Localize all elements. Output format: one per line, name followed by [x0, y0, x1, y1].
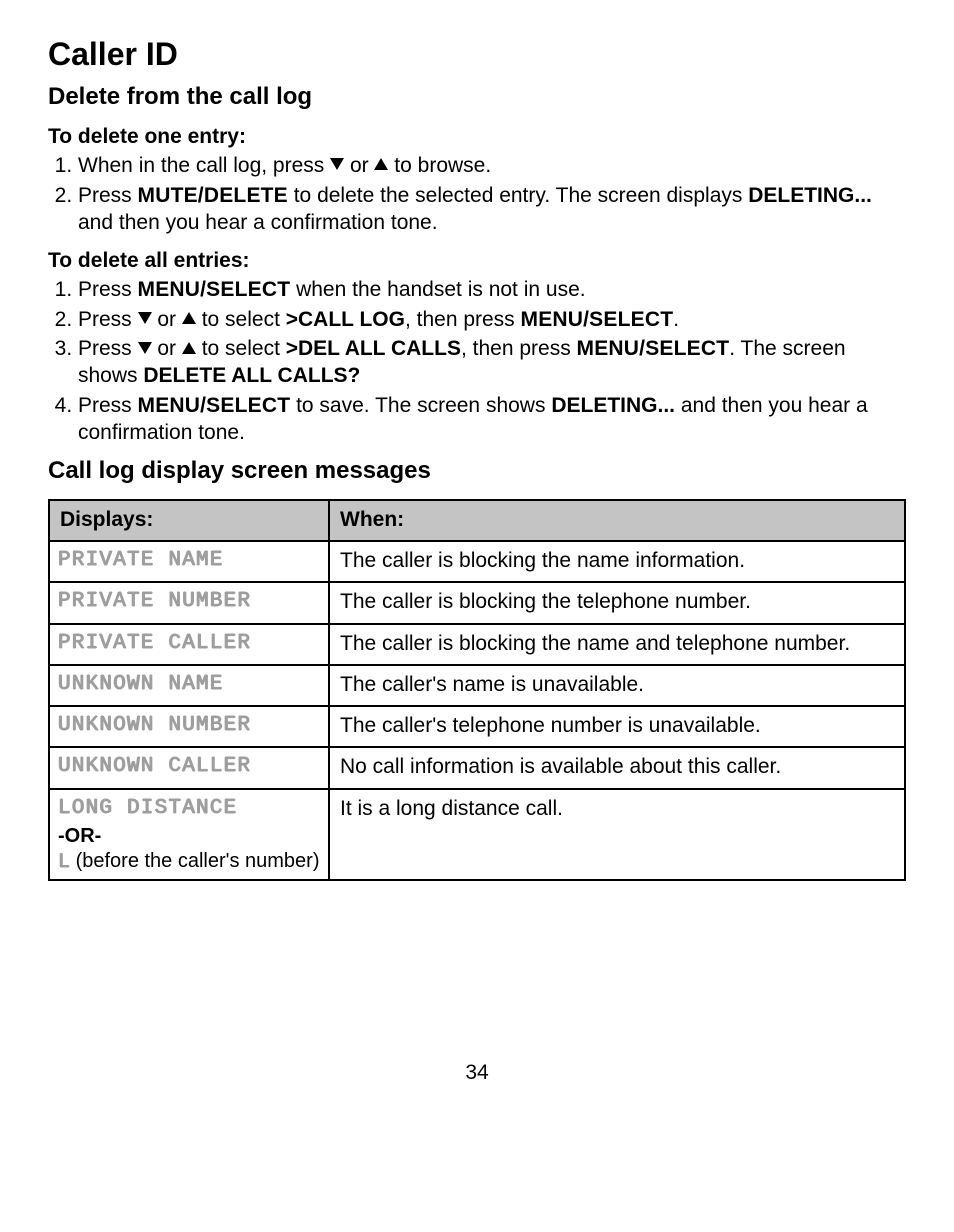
menu-path: >DEL ALL CALLS [286, 337, 461, 360]
text: . [673, 308, 679, 331]
text: , then press [405, 308, 521, 331]
lcd-display-text: UNKNOWN NUMBER [58, 714, 251, 737]
key-label: MENU/SELECT [138, 278, 291, 301]
down-arrow-icon [138, 342, 152, 354]
lcd-display-text: PRIVATE CALLER [58, 632, 251, 655]
or-label: -OR- [58, 825, 101, 847]
text: Press [78, 337, 138, 360]
menu-path: >CALL LOG [286, 308, 405, 331]
table-row: UNKNOWN NAME The caller's name is unavai… [49, 665, 905, 706]
when-text: The caller is blocking the name and tele… [329, 624, 905, 665]
text: to browse. [388, 154, 491, 177]
section-messages-heading: Call log display screen messages [48, 457, 906, 485]
table-row: UNKNOWN NUMBER The caller's telephone nu… [49, 706, 905, 747]
table-header-row: Displays: When: [49, 500, 905, 541]
table-row: LONG DISTANCE -OR- L (before the caller'… [49, 789, 905, 880]
table-row: UNKNOWN CALLER No call information is av… [49, 747, 905, 788]
text: to select [196, 308, 286, 331]
delete-one-heading: To delete one entry: [48, 125, 906, 149]
section-delete-heading: Delete from the call log [48, 83, 906, 111]
down-arrow-icon [138, 312, 152, 324]
text: Press [78, 278, 138, 301]
text: when the handset is not in use. [290, 278, 585, 301]
text: to save. The screen shows [290, 394, 551, 417]
table-row: PRIVATE NUMBER The caller is blocking th… [49, 582, 905, 623]
text: Press [78, 308, 138, 331]
screen-text: DELETING... [551, 394, 675, 417]
page-title: Caller ID [48, 36, 906, 73]
when-text: The caller is blocking the name informat… [329, 541, 905, 582]
when-text: The caller's name is unavailable. [329, 665, 905, 706]
delete-all-step-2: Press or to select >CALL LOG, then press… [78, 307, 906, 334]
text: to delete the selected entry. The screen… [288, 184, 748, 207]
text: to select [196, 337, 286, 360]
text: , then press [461, 337, 577, 360]
delete-one-steps: When in the call log, press or to browse… [48, 153, 906, 237]
text: (before the caller's number) [70, 850, 319, 872]
up-arrow-icon [182, 342, 196, 354]
up-arrow-icon [182, 312, 196, 324]
text: Press [78, 184, 138, 207]
screen-text: DELETE ALL CALLS? [143, 364, 360, 387]
lcd-display-text: UNKNOWN NAME [58, 673, 224, 696]
down-arrow-icon [330, 158, 344, 170]
text: When in the call log, press [78, 154, 330, 177]
table-row: PRIVATE NAME The caller is blocking the … [49, 541, 905, 582]
lcd-display-text: LONG DISTANCE [58, 797, 237, 820]
delete-all-heading: To delete all entries: [48, 249, 906, 273]
screen-text: DELETING... [748, 184, 872, 207]
when-text: It is a long distance call. [329, 789, 905, 880]
delete-all-steps: Press MENU/SELECT when the handset is no… [48, 277, 906, 447]
delete-all-step-4: Press MENU/SELECT to save. The screen sh… [78, 393, 906, 447]
when-text: The caller's telephone number is unavail… [329, 706, 905, 747]
text: or [344, 154, 374, 177]
lcd-display-text: PRIVATE NAME [58, 549, 224, 572]
col-displays: Displays: [49, 500, 329, 541]
text: and then you hear a confirmation tone. [78, 211, 438, 234]
key-label: MENU/SELECT [577, 337, 730, 360]
display-messages-table: Displays: When: PRIVATE NAME The caller … [48, 499, 906, 881]
delete-one-step-1: When in the call log, press or to browse… [78, 153, 906, 180]
lcd-display-text: PRIVATE NUMBER [58, 590, 251, 613]
text: Press [78, 394, 138, 417]
when-text: The caller is blocking the telephone num… [329, 582, 905, 623]
delete-all-step-3: Press or to select >DEL ALL CALLS, then … [78, 336, 906, 390]
page-number: 34 [48, 1061, 906, 1085]
table-row: PRIVATE CALLER The caller is blocking th… [49, 624, 905, 665]
key-label: MUTE/DELETE [138, 184, 288, 207]
up-arrow-icon [374, 158, 388, 170]
lcd-glyph: L [58, 851, 70, 874]
text: or [152, 308, 182, 331]
delete-one-step-2: Press MUTE/DELETE to delete the selected… [78, 183, 906, 237]
text: or [152, 337, 182, 360]
key-label: MENU/SELECT [521, 308, 674, 331]
col-when: When: [329, 500, 905, 541]
when-text: No call information is available about t… [329, 747, 905, 788]
delete-all-step-1: Press MENU/SELECT when the handset is no… [78, 277, 906, 304]
key-label: MENU/SELECT [138, 394, 291, 417]
lcd-display-text: UNKNOWN CALLER [58, 755, 251, 778]
